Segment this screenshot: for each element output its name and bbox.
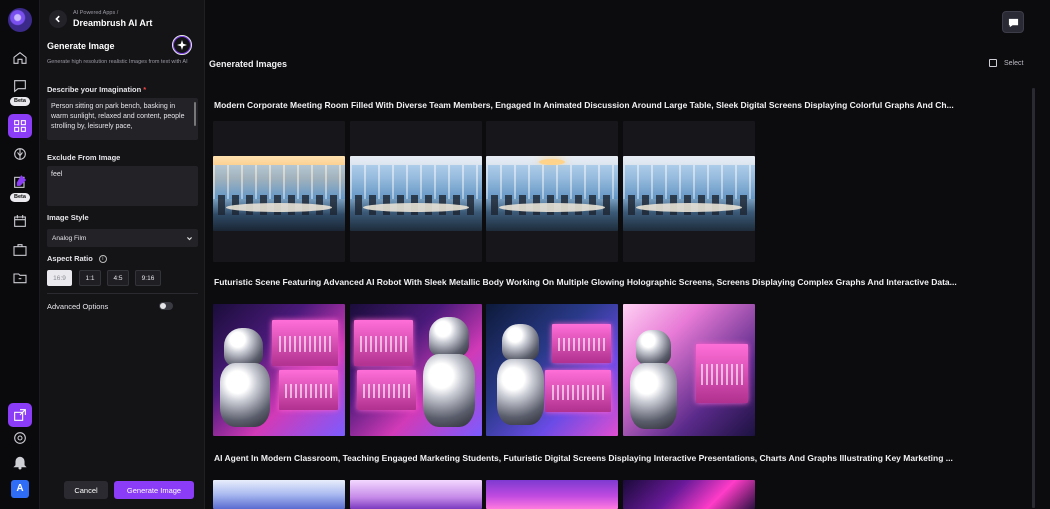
home-icon[interactable] [10,48,30,68]
panel-title: Generate Image [47,41,115,51]
aspect-1-1-button[interactable]: 1:1 [79,270,101,286]
generated-image[interactable] [213,156,345,231]
generated-image[interactable] [350,156,482,231]
exclude-textarea[interactable]: feel [47,166,198,206]
group-title: Modern Corporate Meeting Room Filled Wit… [214,100,954,110]
generate-image-button[interactable]: Generate Image [114,481,194,499]
icon-rail: Beta Beta A [0,0,40,509]
generated-image[interactable] [350,480,482,509]
chevron-left-icon [55,15,60,23]
user-avatar[interactable]: A [11,480,29,498]
sparkle-chat-icon [1008,18,1018,27]
generate-image-panel: AI Powered Apps / Dreambrush AI Art Gene… [40,0,205,509]
image-style-label: Image Style [47,213,89,222]
textarea-scrollbar[interactable] [194,102,196,126]
info-icon[interactable]: i [98,255,107,263]
generated-image[interactable] [486,480,618,509]
generated-images-title: Generated Images [209,59,288,69]
breadcrumb[interactable]: AI Powered Apps / [73,10,118,16]
main-scrollbar[interactable] [1032,88,1035,508]
select-checkbox[interactable]: Select [989,59,1023,67]
image-style-value: Analog Film [52,234,87,242]
exclude-textarea-value: feel [51,171,63,178]
briefcase-icon[interactable] [10,240,30,260]
chevron-down-icon [187,236,192,240]
group-title: Futuristic Scene Featuring Advanced AI R… [214,277,957,287]
beta-badge: Beta [10,193,30,202]
divider [47,293,198,294]
generated-image[interactable] [623,304,755,436]
group-title: AI Agent In Modern Classroom, Teaching E… [214,453,953,463]
required-marker: * [143,85,147,94]
calendar-icon[interactable] [10,211,30,231]
app-title: Dreambrush AI Art [73,18,153,28]
exclude-label: Exclude From Image [47,153,121,162]
bell-icon[interactable] [10,452,30,472]
describe-label: Describe your Imagination * [47,85,146,94]
describe-label-text: Describe your Imagination [47,85,142,94]
aspect-ratio-label: Aspect Ratio i [47,254,107,263]
image-style-select[interactable]: Analog Film [47,229,198,247]
generated-image[interactable] [213,304,345,436]
main-area: Generated Images Select Modern Corporate… [205,0,1050,509]
app-logo-icon[interactable] [8,8,32,32]
aspect-16-9-button[interactable]: 16:9 [47,270,72,286]
settings-icon[interactable] [10,428,30,448]
edit-doc-icon[interactable] [10,172,30,192]
sparkle-icon[interactable] [172,35,192,55]
scrollbar-thumb[interactable] [1032,88,1035,508]
workspace-button[interactable] [1002,11,1024,33]
describe-textarea-value: Person sitting on park bench, basking in… [51,103,185,130]
generated-image[interactable] [350,304,482,436]
back-button[interactable] [49,10,67,28]
cancel-button[interactable]: Cancel [64,481,108,499]
generated-image[interactable] [486,156,618,231]
share-icon[interactable] [8,403,32,427]
advanced-options-toggle[interactable] [159,302,173,310]
apps-grid-icon[interactable] [8,114,32,138]
aspect-ratio-label-text: Aspect Ratio [47,254,93,263]
folder-icon[interactable] [10,268,30,288]
aspect-9-16-button[interactable]: 9:16 [135,270,161,286]
select-label: Select [1004,59,1024,67]
chat-icon[interactable] [10,76,30,96]
generated-image[interactable] [486,304,618,436]
generated-image[interactable] [623,156,755,231]
brain-icon[interactable] [10,144,30,164]
aspect-4-5-button[interactable]: 4:5 [107,270,129,286]
panel-subtitle: Generate high resolution realistic Image… [47,59,188,65]
advanced-options-label: Advanced Options [47,302,109,311]
checkbox-icon [989,59,997,67]
describe-textarea[interactable]: Person sitting on park bench, basking in… [47,98,198,140]
generated-image[interactable] [623,480,755,509]
beta-badge: Beta [10,97,30,106]
generated-image[interactable] [213,480,345,509]
